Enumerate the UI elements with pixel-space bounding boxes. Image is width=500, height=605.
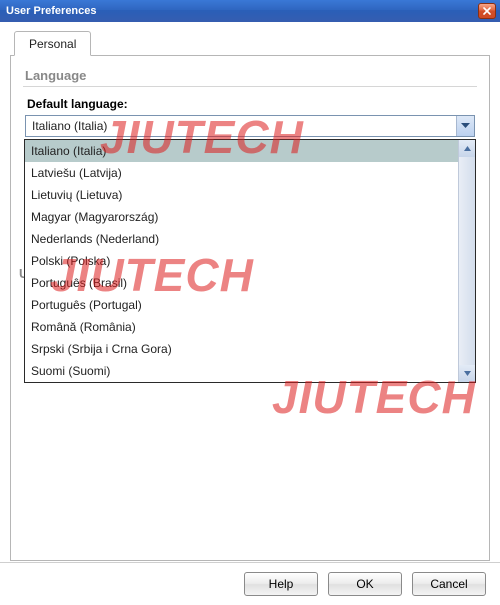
dropdown-item[interactable]: Suomi (Suomi) [25, 360, 458, 382]
scroll-up-button[interactable] [459, 140, 475, 157]
tab-strip: Personal [14, 30, 490, 56]
dropdown-item[interactable]: Srpski (Srbija i Crna Gora) [25, 338, 458, 360]
combobox-value: Italiano (Italia) [26, 119, 456, 133]
divider [23, 86, 477, 87]
language-heading: Language [25, 68, 477, 83]
tab-panel: Language Default language: Italiano (Ita… [10, 55, 490, 561]
default-language-label: Default language: [27, 97, 477, 111]
ok-button[interactable]: OK [328, 572, 402, 596]
chevron-up-icon [464, 146, 471, 151]
scrollbar[interactable] [458, 140, 475, 382]
dropdown-item[interactable]: Latviešu (Latvija) [25, 162, 458, 184]
dropdown-item[interactable]: Polski (Polska) [25, 250, 458, 272]
dropdown-item[interactable]: Português (Portugal) [25, 294, 458, 316]
scroll-down-button[interactable] [459, 365, 475, 382]
dropdown-list: Italiano (Italia)Latviešu (Latvija)Lietu… [25, 140, 458, 382]
help-button[interactable]: Help [244, 572, 318, 596]
window-body: Personal Language Default language: Ital… [0, 22, 500, 562]
chevron-down-icon [461, 123, 470, 129]
button-bar: Help OK Cancel [0, 562, 500, 604]
close-button[interactable] [478, 3, 496, 19]
combobox-arrow[interactable] [456, 116, 474, 136]
default-language-combobox[interactable]: Italiano (Italia) [25, 115, 475, 137]
close-icon [483, 7, 491, 15]
dropdown-item[interactable]: Română (România) [25, 316, 458, 338]
chevron-down-icon [464, 371, 471, 376]
tab-personal[interactable]: Personal [14, 31, 91, 56]
dropdown-item[interactable]: Italiano (Italia) [25, 140, 458, 162]
cancel-button[interactable]: Cancel [412, 572, 486, 596]
title-bar: User Preferences [0, 0, 500, 22]
dropdown-item[interactable]: Nederlands (Nederland) [25, 228, 458, 250]
dropdown-item[interactable]: Português (Brasil) [25, 272, 458, 294]
window-title: User Preferences [6, 5, 478, 17]
dropdown-item[interactable]: Lietuvių (Lietuva) [25, 184, 458, 206]
language-dropdown: Italiano (Italia)Latviešu (Latvija)Lietu… [24, 139, 476, 383]
dropdown-item[interactable]: Magyar (Magyarország) [25, 206, 458, 228]
